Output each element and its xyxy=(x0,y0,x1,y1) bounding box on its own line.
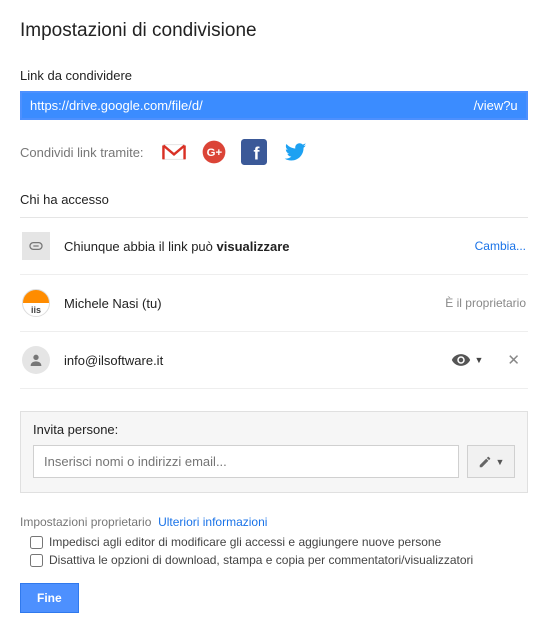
link-icon xyxy=(22,232,50,260)
invite-permission-button[interactable]: ▼ xyxy=(467,445,515,478)
person-icon xyxy=(22,346,50,374)
done-button[interactable]: Fine xyxy=(20,583,79,613)
access-row-anyone: Chiunque abbia il link può visualizzare … xyxy=(20,218,528,275)
share-link-input[interactable] xyxy=(20,91,528,120)
invite-section: Invita persone: ▼ xyxy=(20,411,528,493)
change-link-access[interactable]: Cambia... xyxy=(475,239,526,253)
pencil-icon xyxy=(478,455,492,469)
remove-user-button[interactable]: ✕ xyxy=(501,351,526,369)
twitter-icon[interactable] xyxy=(280,138,308,166)
svg-text:G+: G+ xyxy=(206,147,222,159)
invite-input[interactable] xyxy=(33,445,459,478)
link-label: Link da condividere xyxy=(20,68,528,83)
share-via-label: Condividi link tramite: xyxy=(20,145,144,160)
invite-label: Invita persone: xyxy=(33,422,515,437)
chevron-down-icon: ▼ xyxy=(496,457,505,467)
svg-text:f: f xyxy=(253,143,259,163)
disable-download-checkbox[interactable] xyxy=(30,554,43,567)
eye-icon xyxy=(451,350,471,370)
dialog-title: Impostazioni di condivisione xyxy=(20,20,528,42)
owner-role: È il proprietario xyxy=(445,296,526,310)
google-plus-icon[interactable]: G+ xyxy=(200,138,228,166)
access-row-owner: iis Michele Nasi (tu) È il proprietario xyxy=(20,275,528,332)
prevent-editors-checkbox[interactable] xyxy=(30,536,43,549)
access-heading: Chi ha accesso xyxy=(20,192,528,218)
access-row-user: info@ilsoftware.it ▼ ✕ xyxy=(20,332,528,389)
permission-dropdown[interactable]: ▼ xyxy=(451,350,484,370)
disable-download-label: Disattiva le opzioni di download, stampa… xyxy=(49,553,473,567)
user-email: info@ilsoftware.it xyxy=(64,353,437,368)
owner-name: Michele Nasi (tu) xyxy=(64,296,431,311)
facebook-icon[interactable]: f xyxy=(240,138,268,166)
owner-settings-label: Impostazioni proprietario xyxy=(20,515,151,529)
avatar: iis xyxy=(22,289,50,317)
gmail-icon[interactable] xyxy=(160,138,188,166)
learn-more-link[interactable]: Ulteriori informazioni xyxy=(158,515,267,529)
prevent-editors-label: Impedisci agli editor di modificare gli … xyxy=(49,535,441,549)
access-anyone-text: Chiunque abbia il link può visualizzare xyxy=(64,239,461,254)
chevron-down-icon: ▼ xyxy=(475,355,484,365)
